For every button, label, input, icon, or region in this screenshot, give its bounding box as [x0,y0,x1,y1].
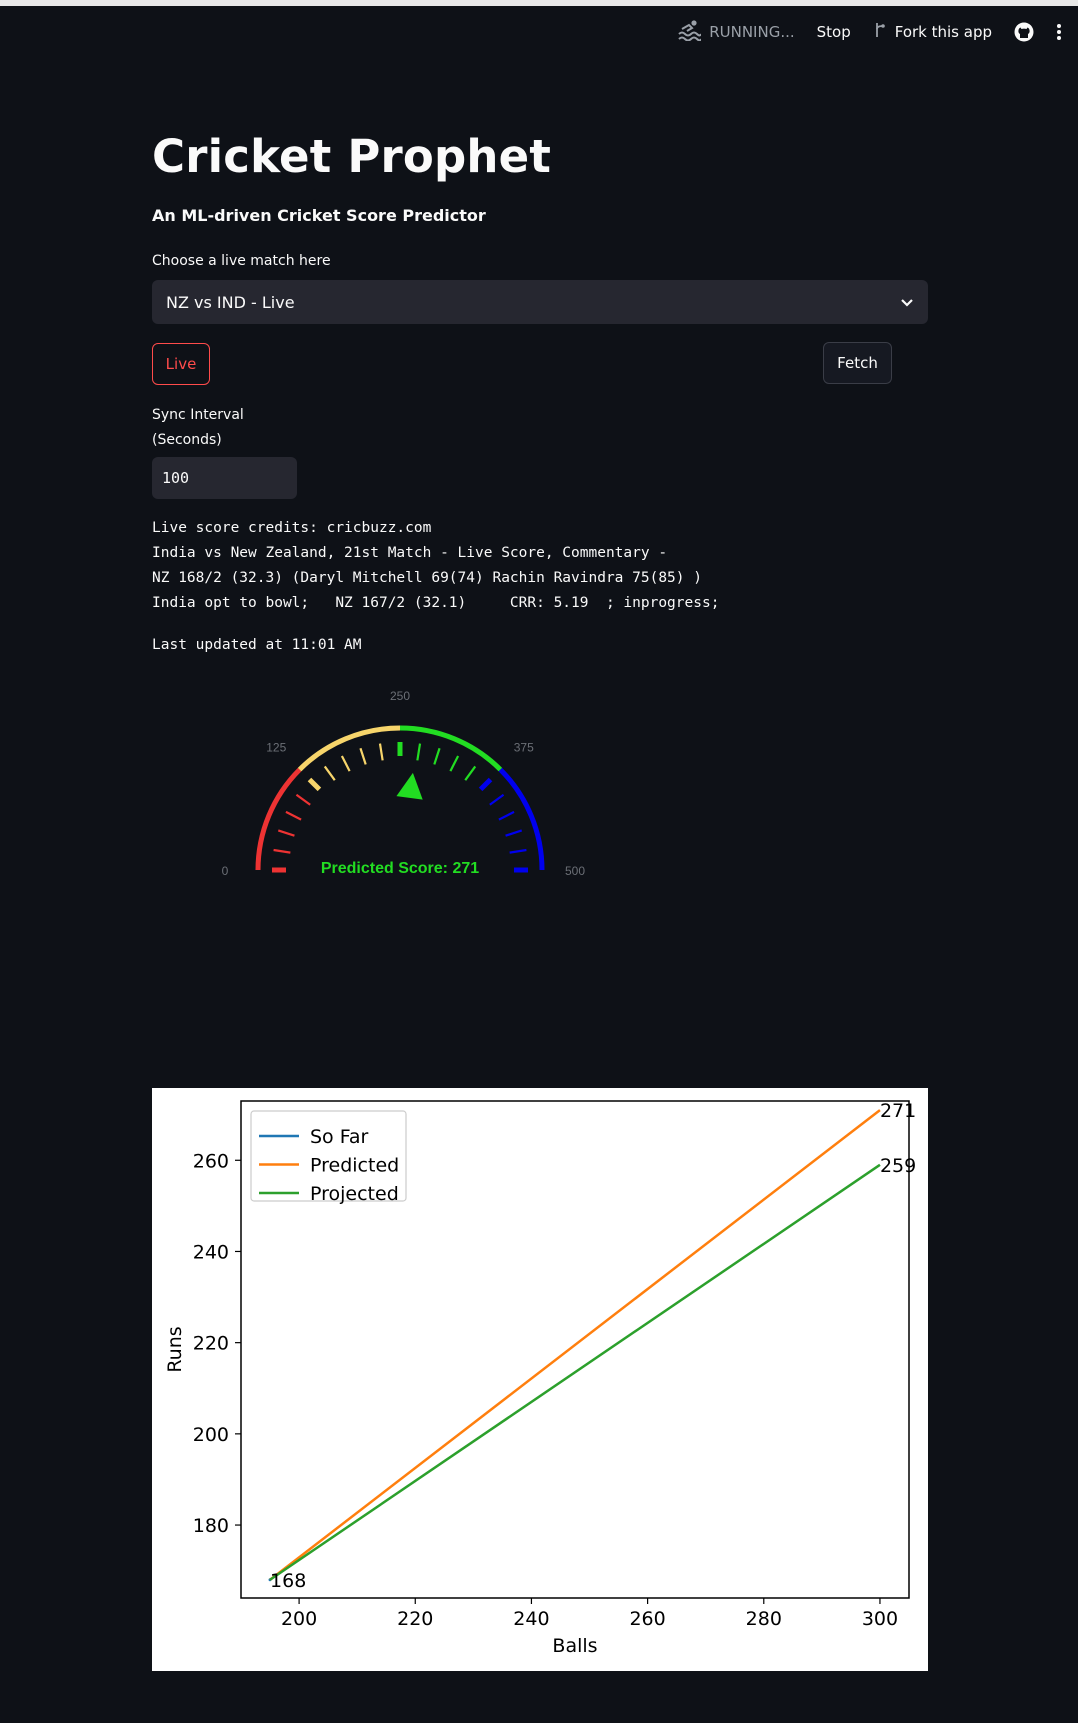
y-tick-label: 180 [193,1515,229,1537]
status-text: RUNNING... [709,23,795,41]
data-label: 168 [270,1570,306,1592]
gauge-tick [416,743,422,761]
x-tick-label: 240 [513,1608,549,1630]
predicted-score-label: Predicted Score: 271 [321,860,479,877]
legend-label: Predicted [310,1155,399,1177]
page-title: Cricket Prophet [152,130,552,183]
x-tick-label: 220 [397,1608,433,1630]
match-select-value: NZ vs IND - Live [166,292,295,312]
gauge-tick-label: 250 [390,689,410,703]
score-line-text: NZ 168/2 (32.3) (Daryl Mitchell 69(74) R… [152,570,702,586]
y-tick-label: 220 [193,1333,229,1355]
match-select[interactable]: NZ vs IND - Live [152,280,928,324]
gauge-tick-label: 125 [266,740,286,754]
x-tick-label: 200 [281,1608,317,1630]
last-updated-text: Last updated at 11:01 AM [152,637,362,653]
gauge-tick [478,777,493,792]
gauge-arc-2 [399,725,503,772]
x-tick-label: 280 [746,1608,782,1630]
gauge-tick [323,765,336,781]
x-tick-label: 300 [862,1608,898,1630]
chevron-down-icon [900,293,914,312]
gauge-tick [498,810,515,821]
fork-label: Fork this app [894,23,992,41]
gauge-tick [505,829,523,837]
gauge-tick-label: 375 [514,740,534,754]
credits-text: Live score credits: cricbuzz.com [152,520,432,536]
fetch-button[interactable]: Fetch [823,342,892,384]
data-label: 271 [880,1100,916,1122]
legend-label: So Far [310,1126,369,1148]
legend-label: Projected [310,1183,399,1205]
swimmer-icon [677,19,703,45]
gauge-arc-1 [297,725,401,772]
x-axis-label: Balls [552,1635,597,1657]
data-label: 259 [880,1155,916,1177]
y-axis-label: Runs [164,1326,186,1372]
gauge-tick [433,747,441,765]
chart-svg: 200 220 240 260 280 300 180 200 220 240 260 Balls Ru… [164,1100,916,1657]
chart-legend: So Far Predicted Projected [250,1110,407,1205]
sync-interval-label: Sync Interval (Seconds) [152,403,244,453]
top-border [0,0,1078,6]
gauge-tick-label: 500 [565,864,585,878]
match-select-label: Choose a live match here [152,253,331,269]
fork-icon [873,21,887,43]
status-line-text: India opt to bowl; NZ 167/2 (32.1) CRR: … [152,595,720,611]
gauge-tick [285,810,302,821]
gauge-tick [359,747,367,765]
sync-label-line2: (Seconds) [152,432,222,448]
score-gauge: 0 125 250 375 500 Predicted Score: 271 [222,689,586,878]
gauge-tick [273,848,291,854]
more-menu-icon[interactable] [1056,23,1062,41]
running-status: RUNNING... [677,19,795,45]
page-subtitle: An ML-driven Cricket Score Predictor [152,206,486,225]
sync-label-line1: Sync Interval [152,407,244,423]
stop-button[interactable]: Stop [817,23,851,41]
gauge-needle [396,772,423,800]
y-tick-label: 240 [193,1241,229,1263]
gauge-tick-label: 0 [222,864,229,878]
gauge-arc-3 [498,767,545,871]
gauge-tick [340,755,351,772]
live-button[interactable]: Live [152,343,210,385]
series-line-projected [269,1163,881,1581]
score-chart: 200 220 240 260 280 300 180 200 220 240 260 Balls Ru… [152,1088,928,1671]
gauge-tick [489,793,505,806]
gauge-tick [509,848,527,854]
gauge-tick [464,765,477,781]
match-title-text: India vs New Zealand, 21st Match - Live … [152,545,668,561]
gauge-arc-0 [255,767,302,871]
gauge-tick [307,777,322,792]
x-tick-label: 260 [629,1608,665,1630]
gauge-tick [295,793,311,806]
gauge-tick [449,755,460,772]
github-icon[interactable] [1014,22,1034,42]
gauge-tick [378,743,384,761]
app-toolbar: RUNNING... Stop Fork this app [677,18,1078,46]
y-tick-label: 260 [193,1150,229,1172]
gauge-tick [277,829,295,837]
fork-button[interactable]: Fork this app [873,21,992,43]
sync-interval-input[interactable] [152,457,297,499]
y-tick-label: 200 [193,1424,229,1446]
